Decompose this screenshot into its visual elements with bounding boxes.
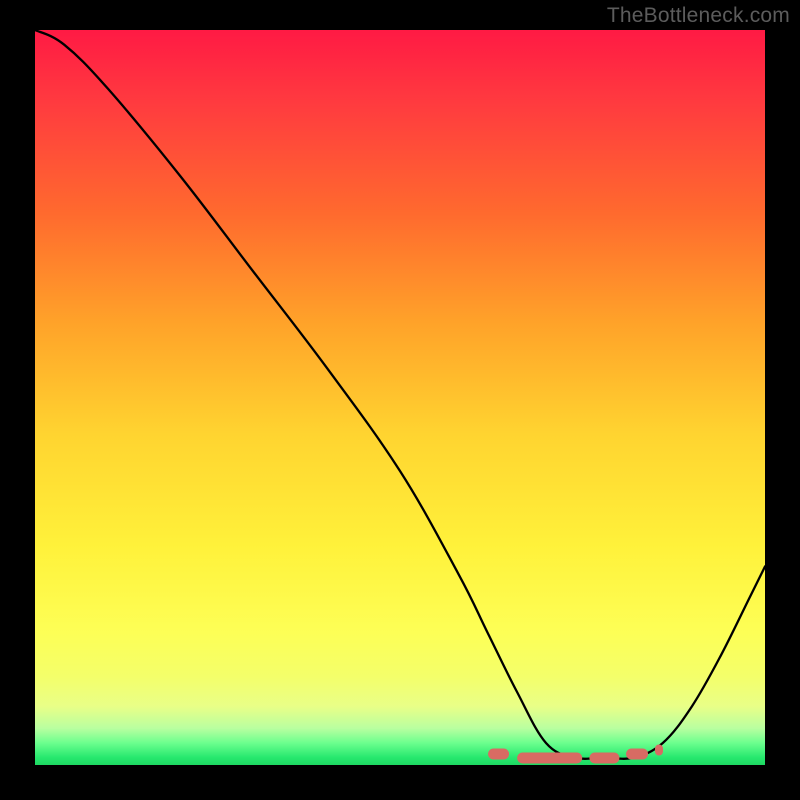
optimal-range-segment — [517, 752, 583, 763]
chart-frame: TheBottleneck.com — [0, 0, 800, 800]
optimal-range-segment — [488, 748, 510, 759]
optimal-range-segment — [590, 752, 619, 763]
optimal-range-segment — [626, 748, 648, 759]
plot-area — [35, 30, 765, 765]
watermark-label: TheBottleneck.com — [607, 4, 790, 28]
optimal-range-markers — [35, 30, 765, 765]
optimal-range-segment — [655, 745, 663, 756]
